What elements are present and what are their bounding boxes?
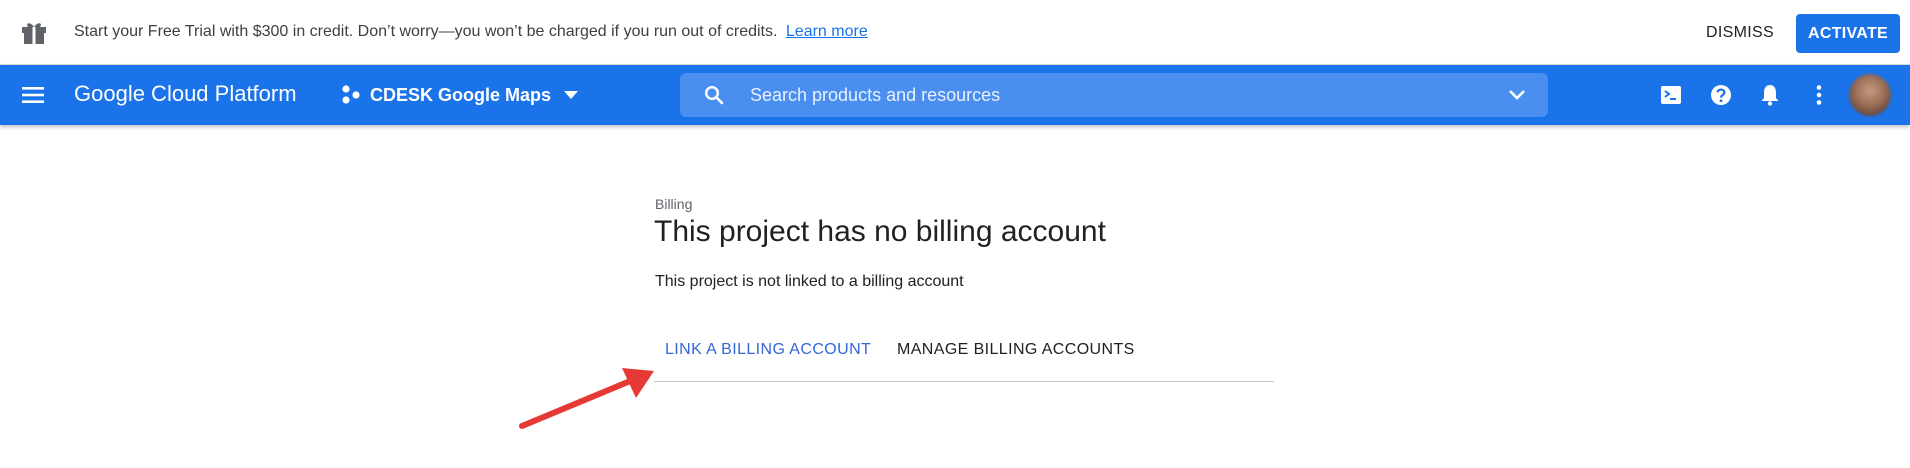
project-picker[interactable]: CDESK Google Maps <box>340 77 579 113</box>
dismiss-button[interactable]: DISMISS <box>1692 15 1788 51</box>
avatar[interactable] <box>1849 74 1891 116</box>
billing-actions-tabs: LINK A BILLING ACCOUNT MANAGE BILLING AC… <box>654 333 1274 382</box>
manage-billing-accounts-button[interactable]: MANAGE BILLING ACCOUNTS <box>897 341 1135 359</box>
menu-icon[interactable] <box>20 82 46 108</box>
learn-more-link[interactable]: Learn more <box>786 23 868 40</box>
cloud-shell-icon[interactable] <box>1658 82 1684 108</box>
banner-message-text: Start your Free Trial with $300 in credi… <box>74 23 778 40</box>
annotation-arrow-icon <box>519 368 654 429</box>
more-vert-icon[interactable] <box>1806 82 1832 108</box>
search-input[interactable] <box>750 73 1450 117</box>
activate-button[interactable]: ACTIVATE <box>1796 14 1900 53</box>
page-description: This project is not linked to a billing … <box>655 273 964 290</box>
chevron-down-icon[interactable] <box>1508 89 1526 101</box>
breadcrumb: Billing <box>655 196 693 212</box>
gift-icon <box>22 23 46 44</box>
project-name: CDESK Google Maps <box>370 84 552 105</box>
page-title: This project has no billing account <box>654 215 1106 248</box>
project-dots-icon <box>342 85 360 104</box>
search-bar[interactable] <box>680 73 1548 117</box>
link-billing-account-button[interactable]: LINK A BILLING ACCOUNT <box>665 341 871 359</box>
notifications-icon[interactable] <box>1757 82 1783 108</box>
search-icon <box>704 85 724 105</box>
banner-message: Start your Free Trial with $300 in credi… <box>74 23 868 41</box>
platform-title[interactable]: Google Cloud Platform <box>74 81 297 107</box>
free-trial-banner: Start your Free Trial with $300 in credi… <box>0 0 1910 65</box>
caret-down-icon <box>564 91 579 99</box>
top-navigation-bar: Google Cloud Platform CDESK Google Maps <box>0 65 1910 125</box>
help-icon[interactable] <box>1708 82 1734 108</box>
